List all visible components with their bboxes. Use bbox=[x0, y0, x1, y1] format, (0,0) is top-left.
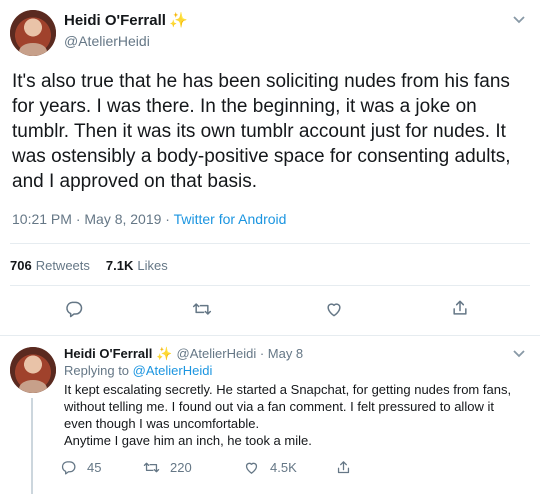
reply-text-line: even though I was uncomfortable. bbox=[64, 416, 260, 431]
sparkle-emoji: ✨ bbox=[156, 346, 173, 361]
avatar[interactable] bbox=[10, 347, 56, 393]
tweet-separator bbox=[0, 335, 540, 336]
reply-count: 45 bbox=[87, 460, 102, 475]
timestamp[interactable]: 10:21 PM · May 8, 2019 · bbox=[12, 211, 174, 227]
client-link[interactable]: Twitter for Android bbox=[174, 211, 287, 227]
author-handle[interactable]: @AtelierHeidi bbox=[64, 33, 150, 49]
replying-to: Replying to @AtelierHeidi bbox=[64, 363, 212, 378]
likes-stat[interactable]: 7.1K Likes bbox=[106, 258, 168, 273]
display-name[interactable]: Heidi O'Ferrall bbox=[64, 12, 166, 29]
retweets-stat[interactable]: 706 Retweets bbox=[10, 258, 90, 273]
heart-icon[interactable] bbox=[324, 299, 344, 319]
divider bbox=[10, 243, 530, 244]
reply-icon bbox=[61, 461, 76, 475]
like-button[interactable]: 4.5K bbox=[243, 459, 335, 476]
like-count: 4.5K bbox=[270, 460, 297, 475]
thread-line bbox=[31, 398, 33, 494]
reply-icon[interactable] bbox=[64, 299, 84, 319]
main-tweet: Heidi O'Ferrall ✨ @AtelierHeidi It's als… bbox=[0, 0, 540, 335]
tweet-metadata: 10:21 PM · May 8, 2019 · Twitter for And… bbox=[12, 211, 286, 227]
chevron-down-icon[interactable] bbox=[512, 346, 526, 362]
reply-text-line: It kept escalating secretly. He started … bbox=[64, 382, 512, 397]
reply-actions: 45 220 4.5K bbox=[60, 459, 352, 476]
reply-text: It kept escalating secretly. He started … bbox=[64, 381, 530, 449]
tweet-text: It's also true that he has been soliciti… bbox=[12, 71, 511, 192]
reply-header: Heidi O'Ferrall ✨ @AtelierHeidi · May 8 bbox=[64, 346, 303, 361]
tweet-actions bbox=[0, 298, 540, 322]
handle-and-date[interactable]: @AtelierHeidi · May 8 bbox=[177, 346, 304, 361]
replying-handle-link[interactable]: @AtelierHeidi bbox=[133, 363, 213, 378]
reply-text-line: Anytime I gave him an inch, he took a mi… bbox=[64, 433, 312, 448]
share-button[interactable] bbox=[335, 459, 352, 476]
reply-text-line: without telling me. I found out via a fa… bbox=[64, 399, 494, 414]
replying-prefix: Replying to bbox=[64, 363, 133, 378]
retweet-icon[interactable] bbox=[192, 299, 212, 319]
engagement-stats: 706 Retweets 7.1K Likes bbox=[10, 258, 168, 273]
heart-icon bbox=[245, 462, 258, 474]
share-icon[interactable] bbox=[450, 298, 470, 318]
retweet-icon bbox=[143, 462, 160, 473]
display-name[interactable]: Heidi O'Ferrall bbox=[64, 346, 152, 361]
share-icon bbox=[337, 461, 350, 474]
chevron-down-icon[interactable] bbox=[512, 12, 526, 28]
author-name-row[interactable]: Heidi O'Ferrall ✨ bbox=[64, 12, 188, 29]
retweet-count: 220 bbox=[170, 460, 192, 475]
sparkle-emoji: ✨ bbox=[168, 12, 188, 29]
avatar[interactable] bbox=[10, 10, 56, 56]
divider bbox=[10, 285, 530, 286]
retweet-button[interactable]: 220 bbox=[143, 459, 243, 476]
reply-button[interactable]: 45 bbox=[60, 459, 143, 476]
